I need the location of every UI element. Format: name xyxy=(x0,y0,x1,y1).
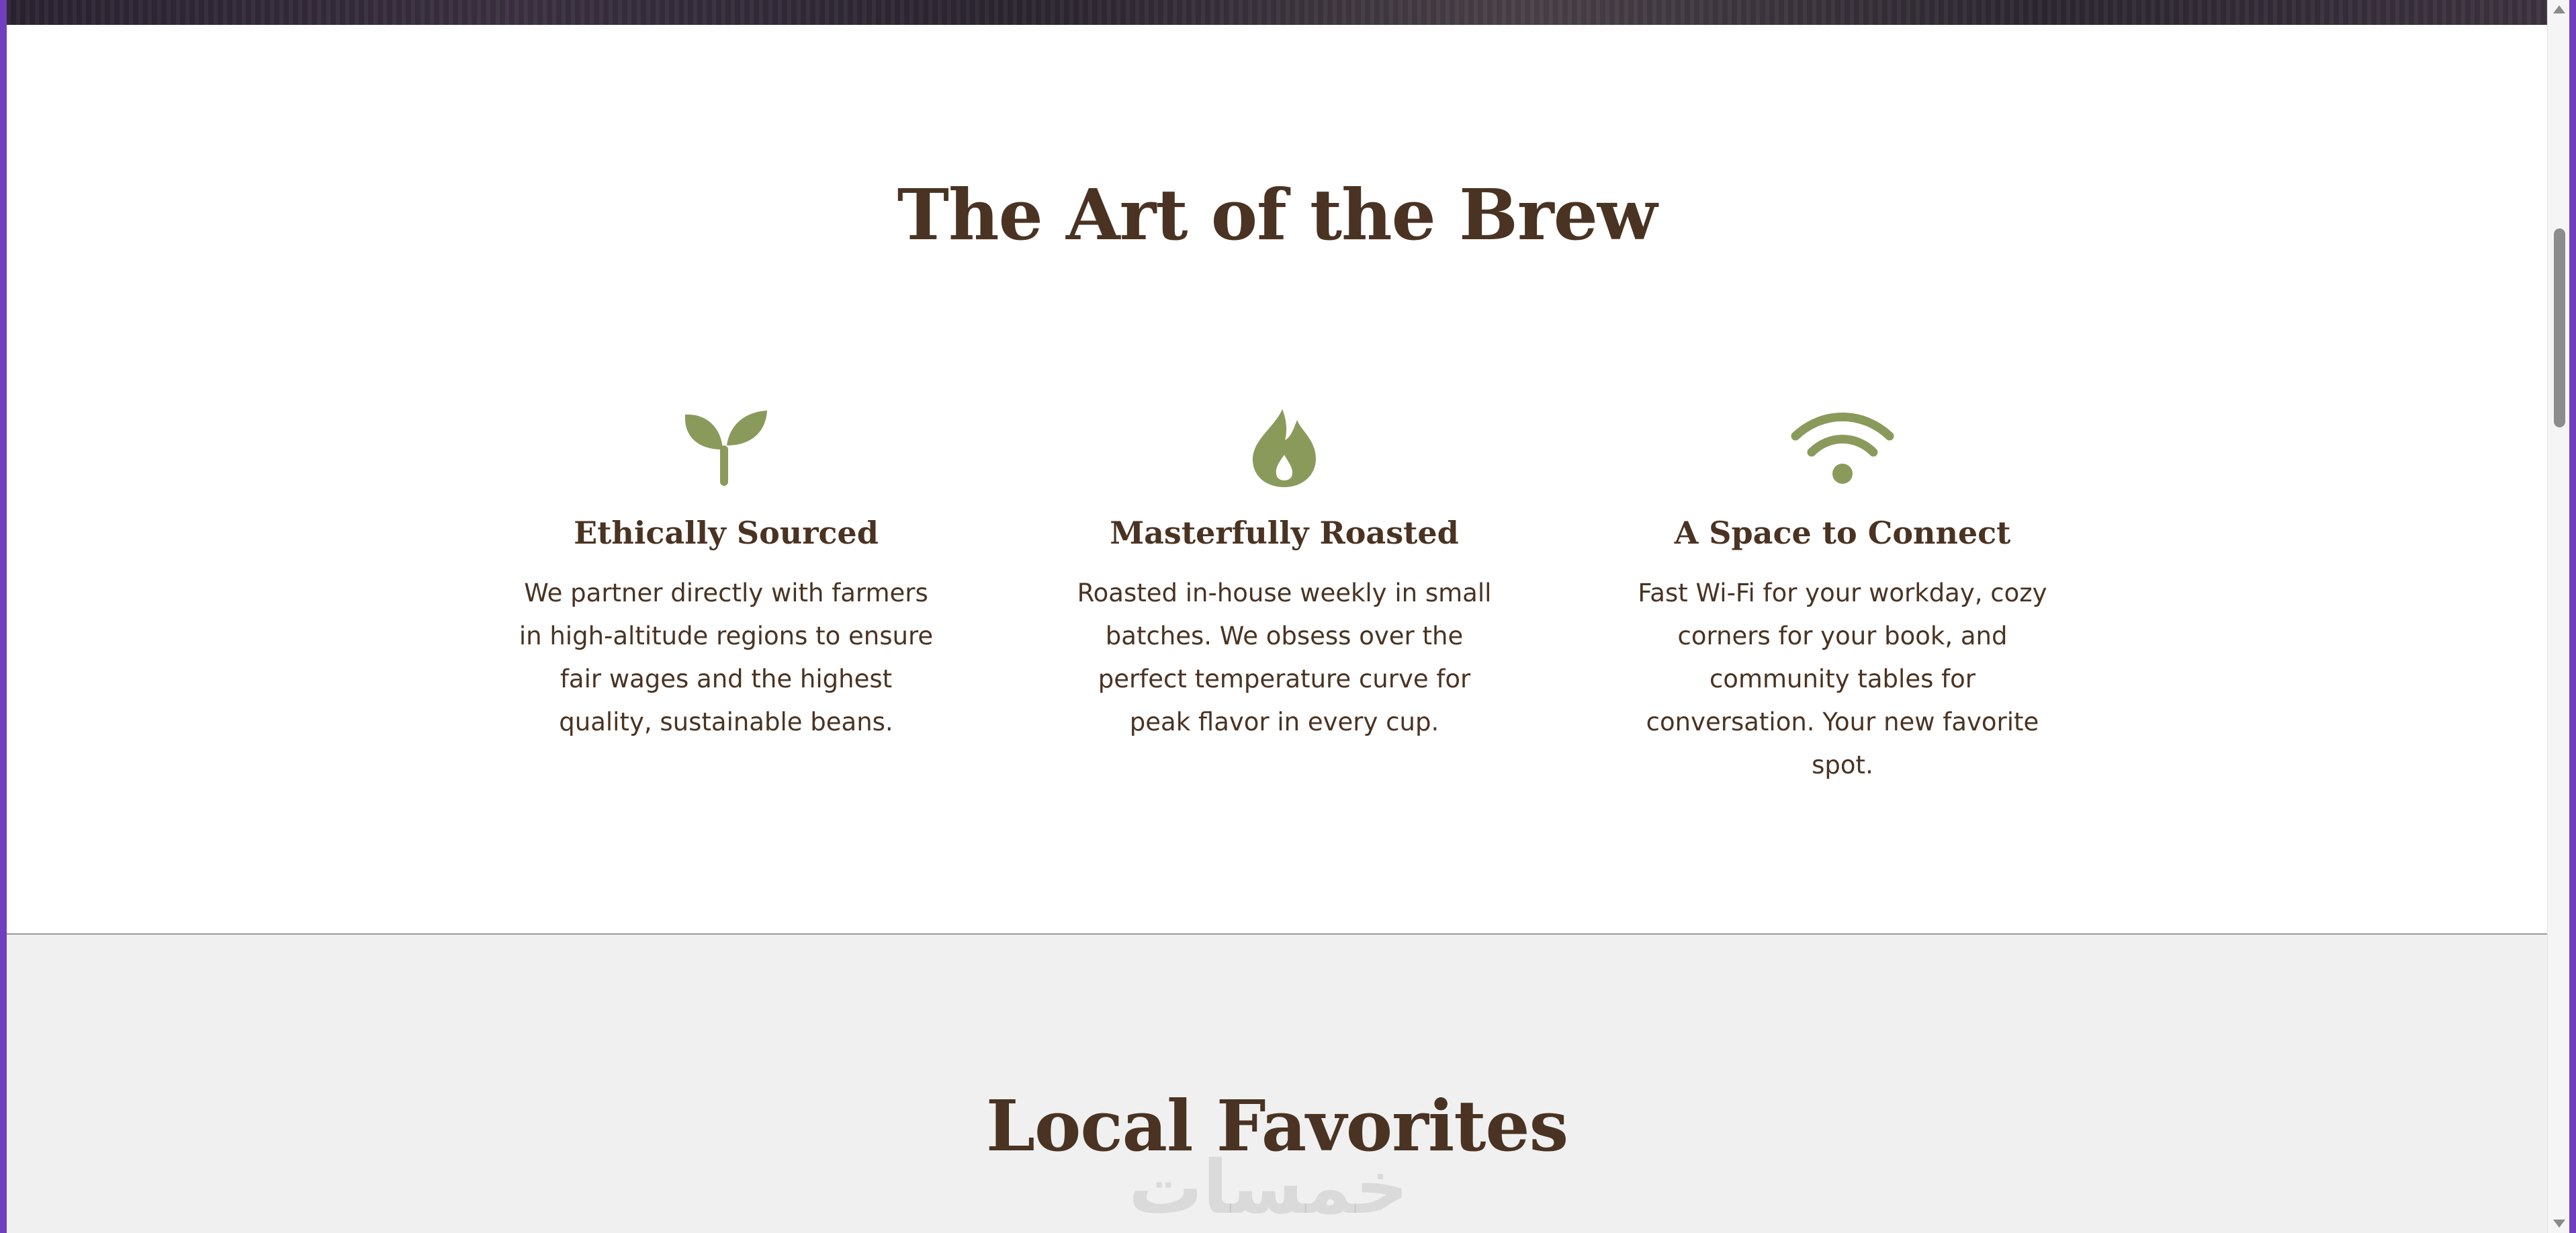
watermark-logo: خمسات xyxy=(1128,1144,1409,1230)
scrollbar-thumb[interactable] xyxy=(2554,228,2565,427)
favorites-section: Local Favorites خمسات xyxy=(7,935,2547,1233)
brew-section: The Art of the Brew Ethically Sourced We… xyxy=(7,25,2547,933)
feature-description: Fast Wi-Fi for your workday, cozy corner… xyxy=(1638,579,2047,779)
wifi-icon xyxy=(1607,408,2078,488)
scroll-down-arrow-icon[interactable] xyxy=(2553,1220,2565,1228)
hero-image-strip xyxy=(7,0,2547,25)
feature-title: Masterfully Roasted xyxy=(1110,515,1459,551)
feature-masterfully-roasted: Masterfully Roasted Roasted in-house wee… xyxy=(1049,408,1519,744)
feature-title: Ethically Sourced xyxy=(574,515,879,551)
feature-title: A Space to Connect xyxy=(1674,515,2011,551)
brew-section-title: The Art of the Brew xyxy=(897,173,1658,256)
feature-ethically-sourced: Ethically Sourced We partner directly wi… xyxy=(491,408,961,744)
feature-description: Roasted in-house weekly in small batches… xyxy=(1077,579,1492,736)
sprout-icon xyxy=(491,408,961,488)
window-frame-edge xyxy=(2569,0,2576,1233)
flame-icon xyxy=(1049,408,1519,488)
vertical-scrollbar[interactable] xyxy=(2547,0,2570,1233)
feature-description: We partner directly with farmers in high… xyxy=(519,579,934,736)
scroll-up-arrow-icon[interactable] xyxy=(2553,5,2565,13)
browser-viewport: The Art of the Brew Ethically Sourced We… xyxy=(7,0,2547,1233)
feature-space-to-connect: A Space to Connect Fast Wi-Fi for your w… xyxy=(1607,408,2078,787)
